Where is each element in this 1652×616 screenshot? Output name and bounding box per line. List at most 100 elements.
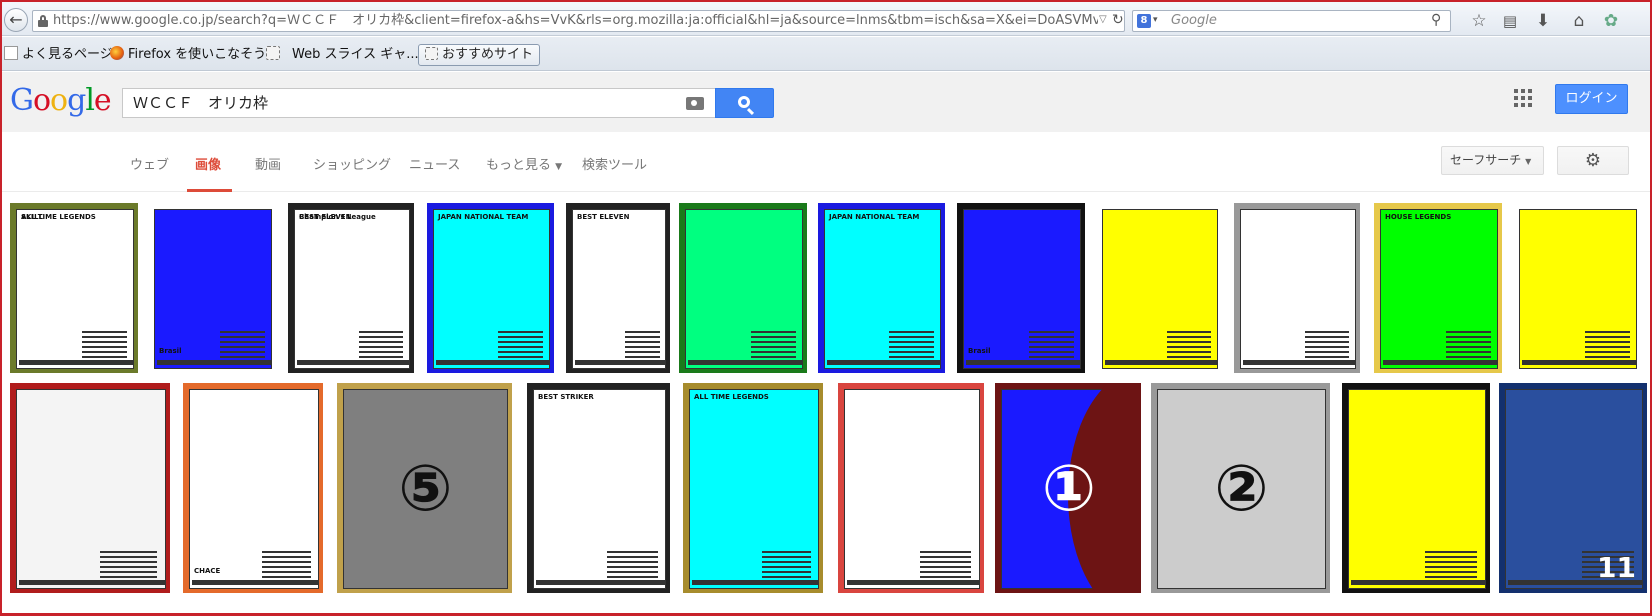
stat-bar [750, 356, 796, 358]
stat-bar [1445, 346, 1491, 348]
browser-search-bar[interactable]: 8 ▾ Google ⚲ [1132, 10, 1451, 32]
back-button[interactable]: ← [4, 8, 28, 32]
bookmark-firefox[interactable]: Firefox を使いこなそう [110, 45, 266, 65]
tab-images[interactable]: 画像 [195, 154, 221, 173]
google-engine-icon[interactable]: 8 [1137, 14, 1151, 28]
stat-bar [761, 556, 811, 558]
stat-bar [1166, 356, 1211, 358]
stat-bar [219, 341, 265, 343]
google-header: Google ＷＣＣＦ オリカ枠 ログイン [2, 72, 1650, 132]
image-result-thumbnail[interactable] [1234, 203, 1360, 373]
image-result-thumbnail[interactable] [838, 383, 984, 593]
stat-bar [1028, 356, 1074, 358]
image-result-thumbnail[interactable]: ② [1151, 383, 1330, 593]
stat-bar [1304, 351, 1349, 353]
image-result-thumbnail[interactable]: JAPAN NATIONAL TEAM [427, 203, 554, 373]
card-number: ⑤ [344, 390, 507, 588]
stat-bar [889, 346, 934, 348]
card-label-text: Brasil [159, 347, 182, 355]
stat-bar [1028, 346, 1074, 348]
bookmark-recommended[interactable]: おすすめサイト [418, 44, 541, 66]
safesearch-button[interactable]: セーフサーチ ▼ [1441, 146, 1544, 175]
image-result-thumbnail[interactable]: ⑤ [337, 383, 512, 593]
apps-grid-icon[interactable] [1514, 89, 1532, 107]
card-label-text: BEST STRIKER [538, 393, 594, 401]
card-face: ALL TIME LEGENDS SKILL [16, 209, 134, 369]
image-result-thumbnail[interactable]: JAPAN NATIONAL TEAM [818, 203, 945, 373]
stat-bar [261, 561, 311, 563]
stat-bar [1445, 331, 1491, 333]
search-icon[interactable]: ⚲ [1431, 12, 1441, 28]
bookmarks-list-icon[interactable]: ▤ [1499, 10, 1521, 32]
image-result-thumbnail[interactable]: 11 [1499, 383, 1647, 593]
search-input[interactable]: ＷＣＣＦ オリカ枠 [122, 88, 715, 118]
card-face: CHACE [189, 389, 319, 589]
tab-search-tools[interactable]: 検索ツール [582, 154, 647, 173]
image-results: ALL TIME LEGENDS SKILL Brasil BEST ELEVEN Ch… [2, 193, 1650, 613]
google-logo[interactable]: Google [10, 84, 112, 118]
image-result-thumbnail[interactable] [679, 203, 807, 373]
card-face: ⑤ [343, 389, 508, 589]
stat-bar [624, 351, 661, 353]
stat-bar [1424, 551, 1478, 553]
image-result-thumbnail[interactable]: BEST ELEVEN [566, 203, 670, 373]
url-dropdown-icon[interactable]: ▽ [1099, 14, 1107, 25]
bookmark-star-icon[interactable]: ☆ [1468, 10, 1490, 32]
image-result-thumbnail[interactable] [10, 383, 170, 593]
addon-icon[interactable]: ✿ [1600, 10, 1622, 32]
login-button[interactable]: ログイン [1555, 84, 1628, 114]
stat-bar [498, 331, 543, 333]
image-result-thumbnail[interactable] [1342, 383, 1490, 593]
bookmark-most-visited[interactable]: よく見るページ [4, 45, 113, 65]
stat-bar [761, 561, 811, 563]
card-face: Brasil [963, 209, 1081, 369]
download-icon[interactable]: ⬇ [1532, 10, 1554, 32]
tab-videos[interactable]: 動画 [255, 154, 281, 173]
bookmark-web-slice[interactable]: Web スライス ギャ... [266, 45, 419, 65]
card-face: BEST ELEVEN Champion's League [294, 209, 410, 369]
card-face [1348, 389, 1486, 589]
stat-bar [1028, 341, 1074, 343]
url-text[interactable]: https://www.google.co.jp/search?q=ＷＣＣＦ オ… [53, 11, 1098, 31]
image-result-thumbnail[interactable]: ① [995, 383, 1141, 593]
skill-bar [847, 580, 979, 585]
search-query[interactable]: ＷＣＣＦ オリカ枠 [133, 89, 268, 117]
stat-bar [219, 351, 265, 353]
image-result-thumbnail[interactable] [1513, 203, 1641, 373]
stat-bar [1166, 341, 1211, 343]
stat-bar [1424, 576, 1478, 578]
tab-news[interactable]: ニュース [409, 154, 460, 173]
settings-gear-icon[interactable]: ⚙ [1557, 146, 1629, 175]
image-result-thumbnail[interactable]: BEST STRIKER [527, 383, 670, 593]
stat-bar [219, 346, 265, 348]
image-result-thumbnail[interactable]: Brasil [957, 203, 1085, 373]
stat-bar [919, 551, 972, 553]
stat-bar [607, 561, 658, 563]
tab-more[interactable]: もっと見る ▼ [486, 154, 562, 173]
card-face: ① [1001, 384, 1140, 592]
search-button[interactable] [715, 88, 774, 118]
image-result-thumbnail[interactable]: CHACE [183, 383, 323, 593]
stat-bar [624, 341, 661, 343]
stat-bar [1304, 356, 1349, 358]
engine-dropdown-icon[interactable]: ▾ [1153, 15, 1158, 25]
image-result-thumbnail[interactable]: ALL TIME LEGENDS [683, 383, 823, 593]
stat-bar [1445, 341, 1491, 343]
dotted-box-icon [266, 46, 280, 60]
stat-bar [498, 356, 543, 358]
card-number: ① [1002, 390, 1136, 588]
image-result-thumbnail[interactable]: BEST ELEVEN Champion's League [288, 203, 414, 373]
image-result-thumbnail[interactable]: HOUSE LEGENDS [1374, 203, 1502, 373]
image-result-thumbnail[interactable]: ALL TIME LEGENDS SKILL [10, 203, 138, 373]
image-result-thumbnail[interactable] [1096, 203, 1222, 373]
tab-web[interactable]: ウェブ [130, 154, 169, 173]
stat-bar [498, 341, 543, 343]
reload-icon[interactable]: ↻ [1112, 12, 1124, 28]
home-icon[interactable]: ⌂ [1568, 10, 1590, 32]
search-engine-name: Google [1171, 13, 1217, 28]
image-result-thumbnail[interactable]: Brasil [148, 203, 276, 373]
url-bar[interactable]: https://www.google.co.jp/search?q=ＷＣＣＦ オ… [32, 10, 1125, 32]
camera-icon[interactable] [686, 97, 704, 110]
card-face: 11 [1505, 389, 1643, 589]
tab-shopping[interactable]: ショッピング [313, 154, 391, 173]
